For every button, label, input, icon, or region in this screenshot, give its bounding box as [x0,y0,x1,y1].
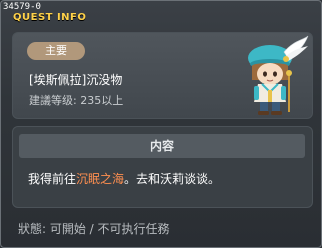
quest-content-panel: 内容 我得前往沉眠之海。去和沃莉谈谈。 [12,126,313,208]
window-title: QUEST INFO [13,12,87,23]
quest-status: 狀態: 可開始 / 不可执行任務 [18,222,170,236]
quest-description: 我得前往沉眠之海。去和沃莉谈谈。 [28,170,220,187]
content-header: 内容 [19,134,305,158]
npc-portrait-icon [248,35,309,115]
description-text-after: 。去和沃莉谈谈。 [124,172,221,186]
description-text-before: 我得前往 [28,172,77,186]
window-id: 34579-0 [3,2,41,12]
quest-info-window: 34579-0 QUEST INFO 主要 [埃斯佩拉]沉没物 建議等级: 23… [0,0,322,248]
quest-summary-card: 主要 [埃斯佩拉]沉没物 建議等级: 235以上 [12,32,313,119]
quest-level-requirement: 建議等级: 235以上 [29,94,124,107]
location-highlight: 沉眠之海 [76,172,125,186]
quest-category-badge: 主要 [27,42,85,60]
quest-name: [埃斯佩拉]沉没物 [29,73,123,87]
